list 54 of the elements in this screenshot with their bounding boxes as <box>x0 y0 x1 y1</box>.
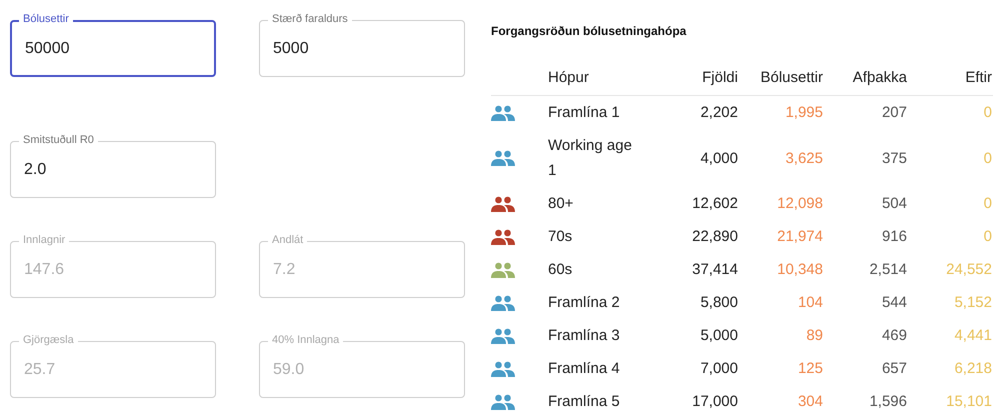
number-cell: 0 <box>984 150 992 166</box>
group-cell-text: 80+ <box>548 194 574 214</box>
column-header: Afþakka <box>852 68 907 88</box>
number-cell: 89 <box>806 327 823 344</box>
number-cell: 5,152 <box>954 294 992 311</box>
group-cell-text: Framlína 5 <box>548 392 620 412</box>
number-cell: 24,552 <box>946 261 992 278</box>
number-cell: 469 <box>882 327 907 344</box>
group-cell-text: Framlína 2 <box>548 293 620 313</box>
number-cell: 5,800 <box>700 294 738 311</box>
number-cell: 22,890 <box>692 228 738 245</box>
field-label: Innlagnir <box>19 233 70 247</box>
number-cell: 12,602 <box>692 195 738 212</box>
number-cell: 504 <box>882 195 907 212</box>
number-cell: 15,101 <box>946 393 992 410</box>
number-cell: 207 <box>882 104 907 121</box>
number-cell: 12,098 <box>777 195 823 212</box>
number-cell: 916 <box>882 228 907 245</box>
number-cell: 0 <box>984 195 992 212</box>
table-title: Forgangsröðun bólusetningahópa <box>491 23 688 39</box>
number-cell: 5,000 <box>700 327 738 344</box>
number-cell: 17,000 <box>692 393 738 410</box>
group-cell-text: 70s <box>548 227 572 247</box>
number-cell: 375 <box>882 150 907 166</box>
group-cell-text: 60s <box>548 260 572 280</box>
number-cell: 2,514 <box>869 261 907 278</box>
number-cell: 4,441 <box>954 327 992 344</box>
number-cell: 3,625 <box>785 150 823 166</box>
group-cell-text: Framlína 3 <box>548 326 620 346</box>
number-cell: 544 <box>882 294 907 311</box>
number-cell: 7,000 <box>700 360 738 377</box>
number-cell: 10,348 <box>777 261 823 278</box>
number-cell: 0 <box>984 104 992 121</box>
number-cell: 657 <box>882 360 907 377</box>
column-header: Bólusettir <box>759 68 823 88</box>
number-cell: 4,000 <box>700 150 738 166</box>
column-header: Eftir <box>964 68 992 88</box>
number-cell: 304 <box>798 393 823 410</box>
group-cell-text: Working age 1 <box>548 136 633 181</box>
number-cell: 37,414 <box>692 261 738 278</box>
number-cell: 21,974 <box>777 228 823 245</box>
field-label: 40% Innlagna <box>268 333 344 347</box>
number-cell: 1,995 <box>785 104 823 121</box>
field-label: Gjörgæsla <box>19 333 78 347</box>
number-cell: 6,218 <box>954 360 992 377</box>
group-cell-text: Framlína 1 <box>548 103 620 123</box>
number-cell: 125 <box>798 360 823 377</box>
number-cell: 104 <box>798 294 823 311</box>
number-cell: 1,596 <box>869 393 907 410</box>
column-header: Fjöldi <box>701 68 738 88</box>
column-header: Hópur <box>548 68 590 88</box>
number-cell: 2,202 <box>700 104 738 121</box>
group-cell-text: Framlína 4 <box>548 359 620 379</box>
number-cell: 0 <box>984 228 992 245</box>
